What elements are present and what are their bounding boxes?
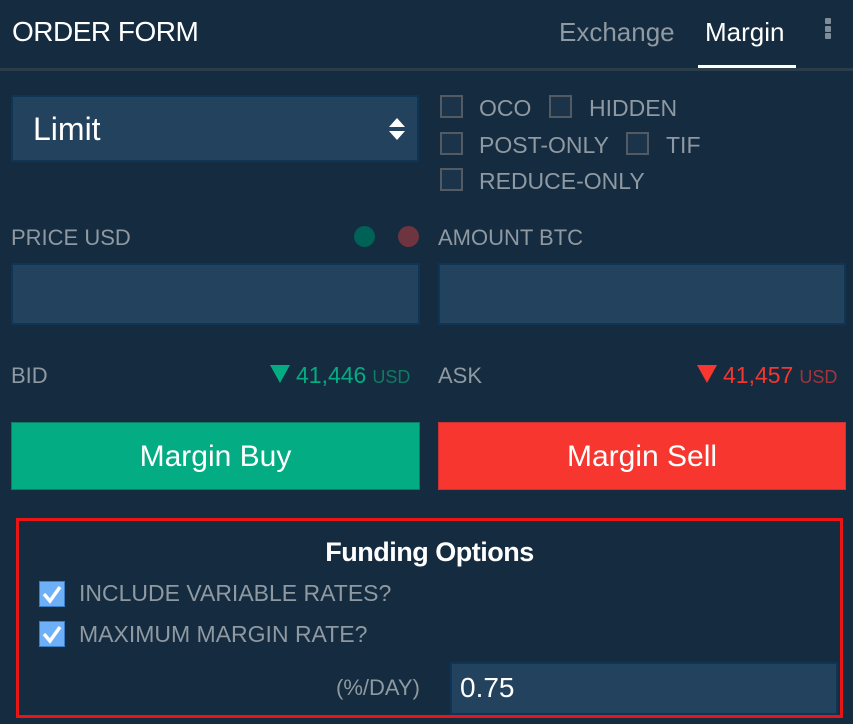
- oco-checkbox[interactable]: [440, 95, 463, 118]
- ask-quote[interactable]: 41,457 USD: [697, 362, 837, 389]
- margin-buy-button[interactable]: Margin Buy: [11, 422, 420, 490]
- tab-exchange[interactable]: Exchange: [559, 17, 675, 48]
- bid-label: BID: [11, 363, 48, 388]
- funding-options-title: Funding Options: [325, 537, 534, 567]
- down-triangle-icon: [270, 365, 290, 383]
- select-arrows-icon: [389, 118, 405, 140]
- checkmark-icon: [42, 585, 62, 604]
- tif-label: TIF: [666, 132, 701, 158]
- amount-label: AMOUNT BTC: [438, 225, 584, 250]
- oco-label: OCO: [479, 95, 532, 121]
- funding-options-panel: Funding Options INCLUDE VARIABLE RATES? …: [16, 518, 843, 718]
- order-type-value: Limit: [33, 111, 101, 147]
- price-input[interactable]: [11, 263, 420, 325]
- tab-margin[interactable]: Margin: [705, 17, 784, 48]
- include-variable-rates-label: INCLUDE VARIABLE RATES?: [79, 580, 392, 606]
- checkmark-icon: [42, 625, 62, 644]
- bid-indicator-dot[interactable]: [354, 226, 375, 247]
- price-label: PRICE USD: [11, 225, 131, 250]
- hidden-label: HIDDEN: [589, 95, 678, 121]
- reduce-only-checkbox[interactable]: [440, 168, 463, 191]
- margin-sell-button[interactable]: Margin Sell: [438, 422, 846, 490]
- amount-input[interactable]: [438, 263, 846, 325]
- ask-unit: USD: [799, 367, 838, 387]
- bid-quote[interactable]: 41,446 USD: [270, 362, 410, 389]
- reduce-only-label: REDUCE-ONLY: [479, 168, 645, 194]
- more-vertical-icon[interactable]: [823, 18, 833, 42]
- rate-unit-label: (%/DAY): [336, 675, 420, 700]
- order-type-select[interactable]: Limit: [11, 95, 419, 162]
- ask-label: ASK: [438, 363, 483, 388]
- down-triangle-icon: [697, 365, 717, 383]
- order-form-title: ORDER FORM: [12, 16, 199, 47]
- header-divider: [0, 68, 853, 71]
- ask-value: 41,457: [723, 362, 794, 388]
- maximum-margin-rate-checkbox[interactable]: [39, 621, 65, 647]
- max-rate-input[interactable]: 0.75: [450, 662, 838, 715]
- bid-unit: USD: [372, 367, 411, 387]
- tif-checkbox[interactable]: [626, 132, 649, 155]
- post-only-checkbox[interactable]: [440, 132, 463, 155]
- ask-indicator-dot[interactable]: [398, 226, 419, 247]
- maximum-margin-rate-label: MAXIMUM MARGIN RATE?: [79, 621, 368, 647]
- bid-value: 41,446: [296, 362, 367, 388]
- post-only-label: POST-ONLY: [479, 132, 609, 158]
- include-variable-rates-checkbox[interactable]: [39, 581, 65, 607]
- hidden-checkbox[interactable]: [549, 95, 572, 118]
